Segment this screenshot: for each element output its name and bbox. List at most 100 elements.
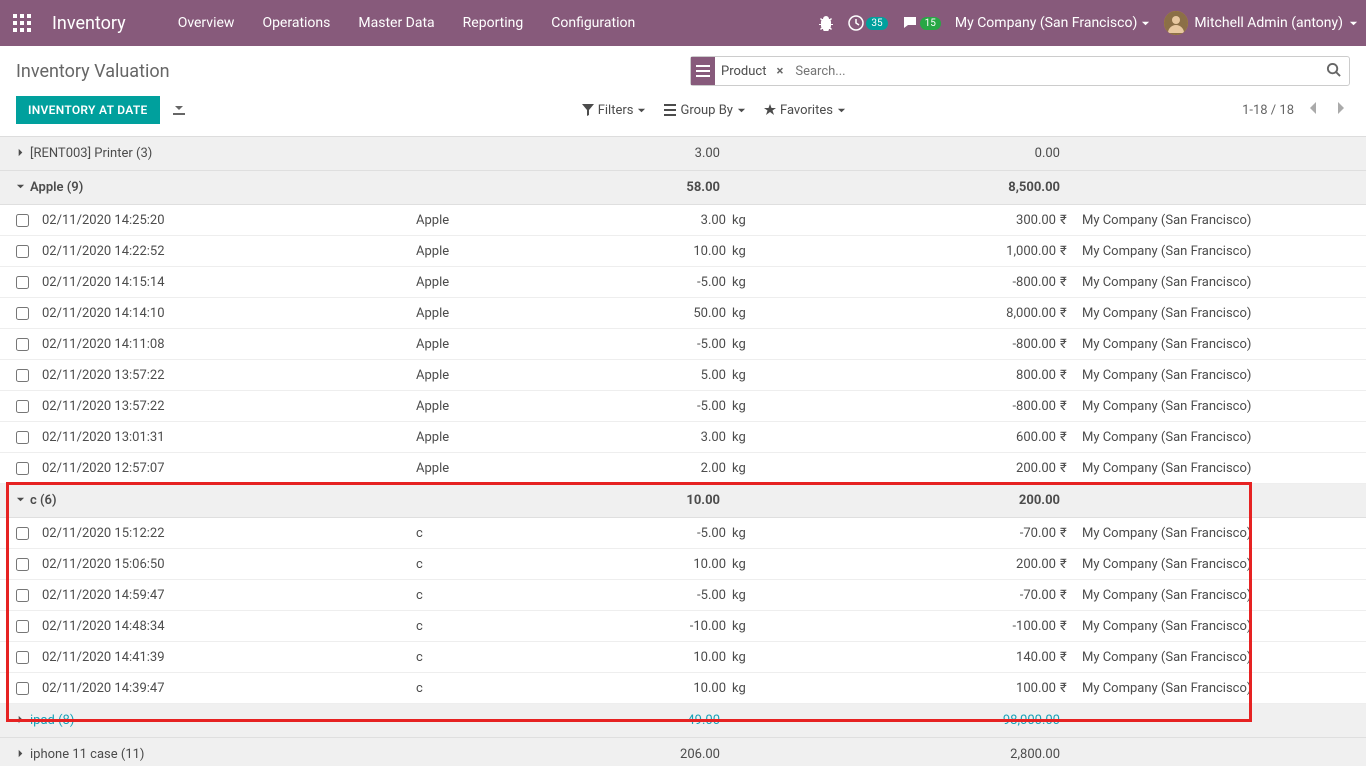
cell-product: Apple: [416, 337, 591, 352]
table-row[interactable]: 02/11/2020 14:15:14Apple-5.00kg-800.00₹M…: [0, 267, 1366, 298]
cell-value: 140.00: [766, 650, 1056, 665]
table-row[interactable]: 02/11/2020 13:57:22Apple5.00kg800.00₹My …: [0, 360, 1366, 391]
cell-qty: 10.00: [591, 244, 726, 259]
table-row[interactable]: 02/11/2020 14:48:34c-10.00kg-100.00₹My C…: [0, 611, 1366, 642]
row-checkbox[interactable]: [16, 620, 42, 633]
cell-unit: kg: [726, 275, 766, 290]
star-icon: [764, 104, 776, 116]
row-checkbox[interactable]: [16, 307, 42, 320]
table-row[interactable]: 02/11/2020 14:59:47c-5.00kg-70.00₹My Com…: [0, 580, 1366, 611]
table-row[interactable]: 02/11/2020 12:57:07Apple2.00kg200.00₹My …: [0, 453, 1366, 484]
cell-company: My Company (San Francisco): [1074, 275, 1350, 290]
table-row[interactable]: 02/11/2020 15:06:50c10.00kg200.00₹My Com…: [0, 549, 1366, 580]
row-checkbox[interactable]: [16, 651, 42, 664]
group-header[interactable]: ipad (8)49.0098,000.00: [0, 704, 1366, 738]
messaging-icon[interactable]: 15: [902, 15, 941, 31]
cell-currency: ₹: [1056, 430, 1074, 445]
group-header[interactable]: c (6)10.00200.00: [0, 484, 1366, 518]
pager-prev[interactable]: [1304, 97, 1322, 123]
row-checkbox[interactable]: [16, 276, 42, 289]
group-qty: 3.00: [430, 146, 740, 161]
row-checkbox[interactable]: [16, 682, 42, 695]
table-row[interactable]: 02/11/2020 14:14:10Apple50.00kg8,000.00₹…: [0, 298, 1366, 329]
facet-remove[interactable]: ×: [772, 64, 787, 79]
cell-date: 02/11/2020 14:48:34: [42, 619, 416, 634]
row-checkbox[interactable]: [16, 214, 42, 227]
row-checkbox[interactable]: [16, 338, 42, 351]
company-name: My Company (San Francisco): [955, 15, 1137, 31]
table-row[interactable]: 02/11/2020 13:57:22Apple-5.00kg-800.00₹M…: [0, 391, 1366, 422]
cell-currency: ₹: [1056, 619, 1074, 634]
messaging-badge: 15: [920, 17, 941, 30]
nav-item-operations[interactable]: Operations: [250, 7, 342, 39]
pager-next[interactable]: [1332, 97, 1350, 123]
cell-product: c: [416, 619, 591, 634]
activity-icon[interactable]: 35: [848, 15, 887, 31]
favorites-button[interactable]: Favorites: [764, 103, 846, 118]
company-selector[interactable]: My Company (San Francisco): [955, 15, 1150, 31]
cell-currency: ₹: [1056, 650, 1074, 665]
row-checkbox[interactable]: [16, 558, 42, 571]
nav-item-master-data[interactable]: Master Data: [346, 7, 446, 39]
table-row[interactable]: 02/11/2020 14:25:20Apple3.00kg300.00₹My …: [0, 205, 1366, 236]
cell-unit: kg: [726, 244, 766, 259]
brand-title[interactable]: Inventory: [52, 13, 126, 34]
cell-currency: ₹: [1056, 306, 1074, 321]
group-header[interactable]: Apple (9)58.008,500.00: [0, 171, 1366, 205]
table-row[interactable]: 02/11/2020 15:12:22c-5.00kg-70.00₹My Com…: [0, 518, 1366, 549]
search-icon[interactable]: [1318, 62, 1349, 81]
debug-icon[interactable]: [818, 15, 834, 31]
apps-icon[interactable]: [8, 9, 36, 37]
nav-item-reporting[interactable]: Reporting: [451, 7, 536, 39]
cell-date: 02/11/2020 14:22:52: [42, 244, 416, 259]
table-row[interactable]: 02/11/2020 13:01:31Apple3.00kg600.00₹My …: [0, 422, 1366, 453]
groupby-button[interactable]: Group By: [664, 103, 746, 118]
group-qty: 49.00: [430, 713, 740, 728]
toolbar: INVENTORY AT DATE Filters Group By Favor…: [0, 86, 1366, 136]
cell-value: 100.00: [766, 681, 1056, 696]
group-header[interactable]: [RENT003] Printer (3)3.000.00: [0, 137, 1366, 171]
row-checkbox[interactable]: [16, 369, 42, 382]
cell-qty: 10.00: [591, 557, 726, 572]
avatar: [1164, 11, 1188, 35]
row-checkbox[interactable]: [16, 462, 42, 475]
group-qty: 206.00: [430, 747, 740, 762]
cell-value: -100.00: [766, 619, 1056, 634]
cell-value: 200.00: [766, 557, 1056, 572]
table-row[interactable]: 02/11/2020 14:41:39c10.00kg140.00₹My Com…: [0, 642, 1366, 673]
cell-date: 02/11/2020 14:41:39: [42, 650, 416, 665]
cell-company: My Company (San Francisco): [1074, 526, 1350, 541]
row-checkbox[interactable]: [16, 589, 42, 602]
row-checkbox[interactable]: [16, 527, 42, 540]
cell-value: 300.00: [766, 213, 1056, 228]
cell-qty: 10.00: [591, 681, 726, 696]
filters-button[interactable]: Filters: [582, 103, 647, 118]
pager: 1-18 / 18: [1242, 97, 1350, 123]
table-row[interactable]: 02/11/2020 14:22:52Apple10.00kg1,000.00₹…: [0, 236, 1366, 267]
nav-item-configuration[interactable]: Configuration: [539, 7, 647, 39]
table-row[interactable]: 02/11/2020 14:11:08Apple-5.00kg-800.00₹M…: [0, 329, 1366, 360]
search-input[interactable]: [787, 58, 1318, 84]
cell-date: 02/11/2020 14:39:47: [42, 681, 416, 696]
cell-product: Apple: [416, 368, 591, 383]
user-menu[interactable]: Mitchell Admin (antony): [1164, 11, 1358, 35]
cell-date: 02/11/2020 14:14:10: [42, 306, 416, 321]
row-checkbox[interactable]: [16, 400, 42, 413]
cell-qty: -5.00: [591, 399, 726, 414]
row-checkbox[interactable]: [16, 245, 42, 258]
cell-unit: kg: [726, 306, 766, 321]
download-icon[interactable]: [172, 101, 186, 119]
cell-date: 02/11/2020 14:59:47: [42, 588, 416, 603]
cell-currency: ₹: [1056, 526, 1074, 541]
group-header[interactable]: iphone 11 case (11)206.002,800.00: [0, 738, 1366, 766]
chevron-down-icon: [1349, 19, 1358, 28]
row-checkbox[interactable]: [16, 431, 42, 444]
nav-item-overview[interactable]: Overview: [166, 7, 247, 39]
cell-company: My Company (San Francisco): [1074, 557, 1350, 572]
cell-value: 200.00: [766, 461, 1056, 476]
inventory-at-date-button[interactable]: INVENTORY AT DATE: [16, 96, 160, 124]
cell-unit: kg: [726, 588, 766, 603]
activity-badge: 35: [866, 17, 887, 30]
cell-value: 1,000.00: [766, 244, 1056, 259]
table-row[interactable]: 02/11/2020 14:39:47c10.00kg100.00₹My Com…: [0, 673, 1366, 704]
